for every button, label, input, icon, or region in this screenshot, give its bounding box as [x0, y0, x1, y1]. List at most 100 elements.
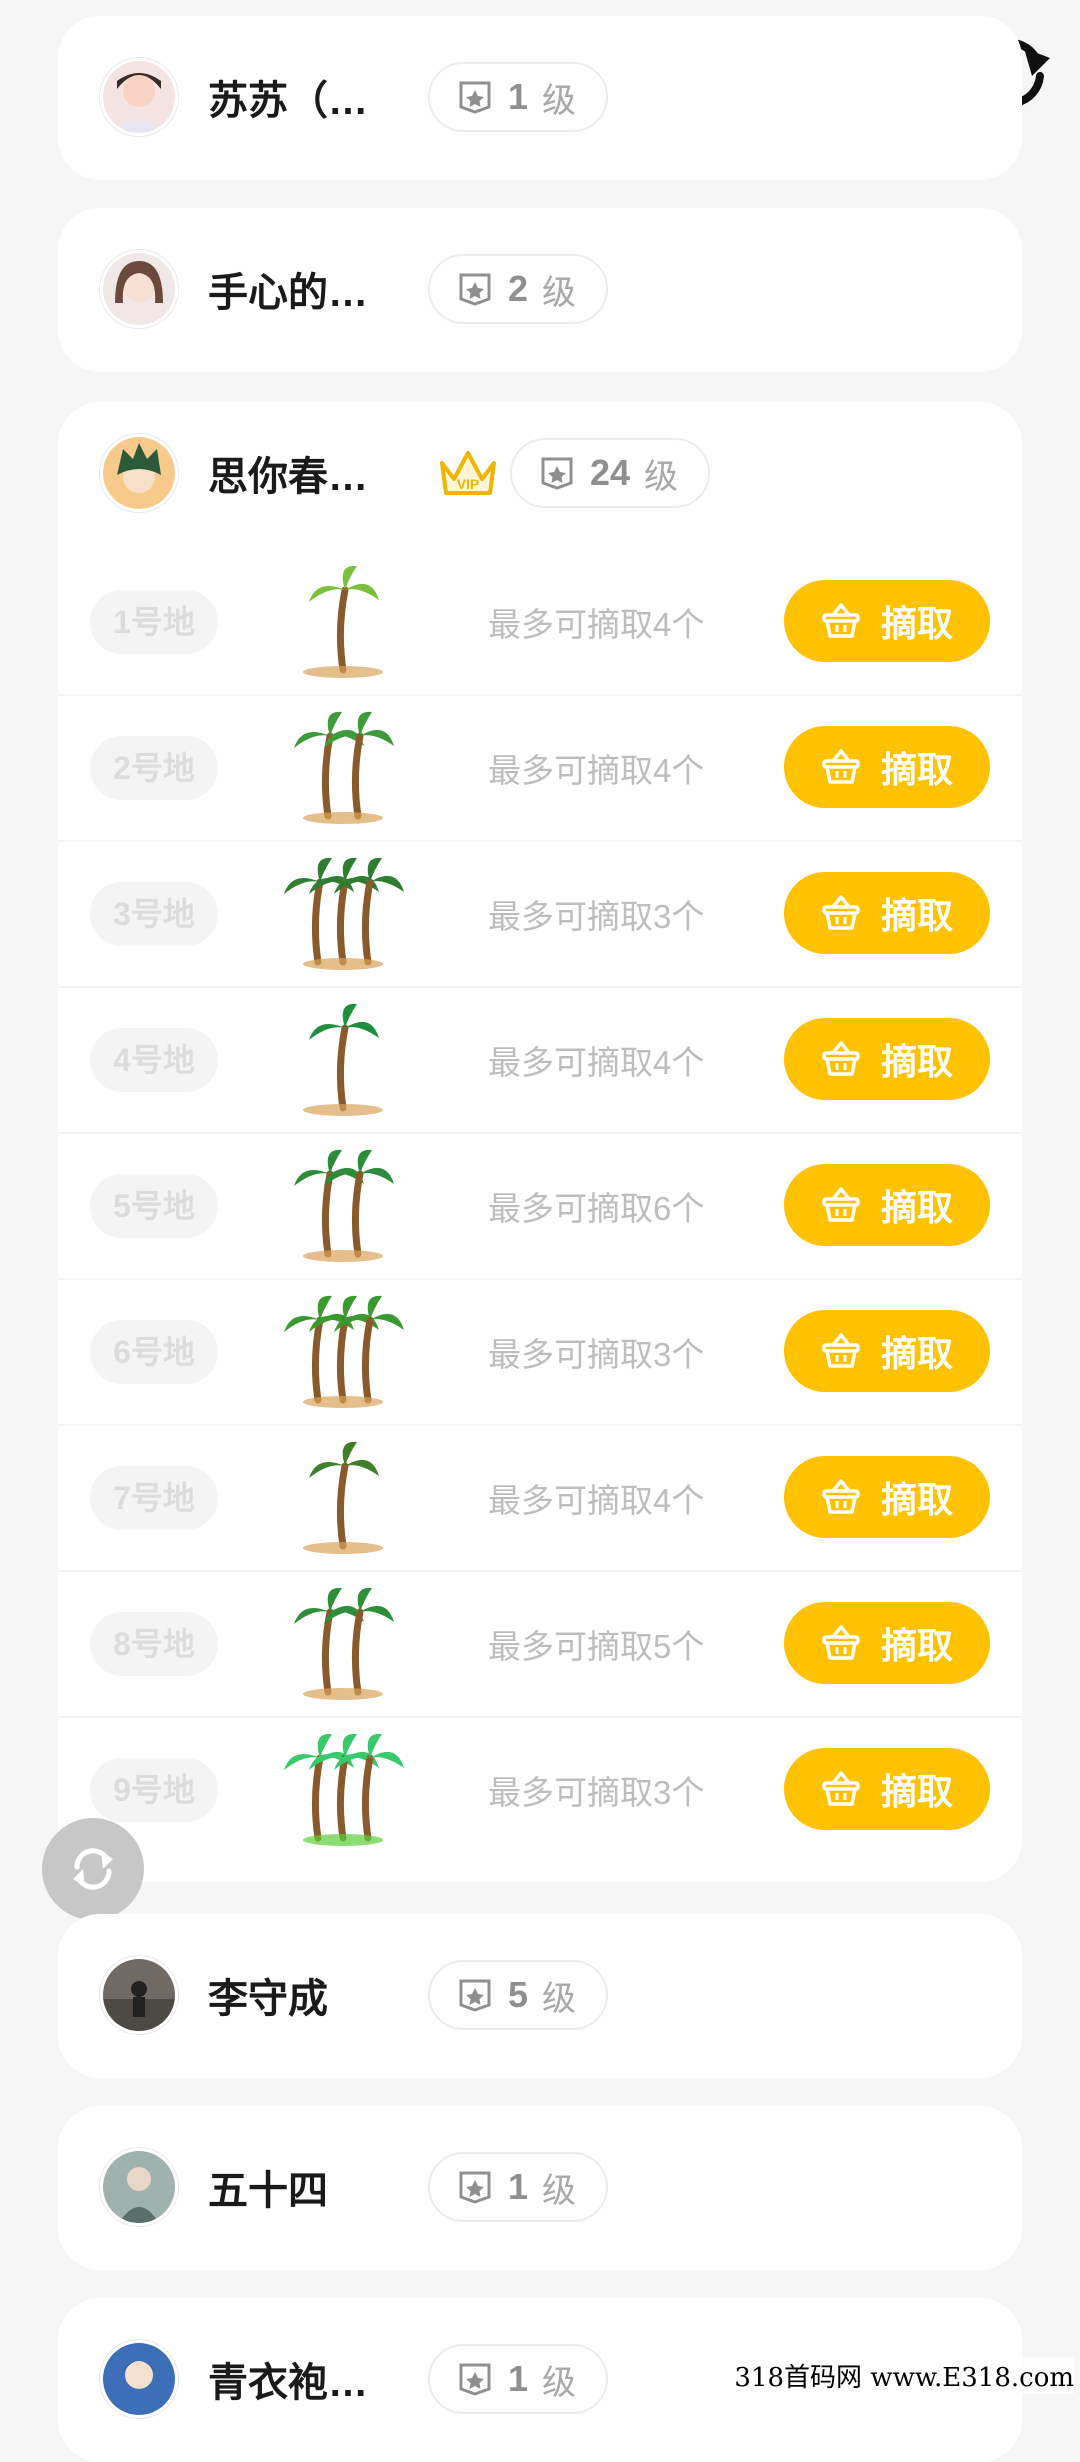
vip-label: VIP [457, 476, 480, 492]
basket-icon [822, 1187, 860, 1222]
level-number: 1 [508, 2358, 529, 2399]
pick-button-label: 摘取 [880, 1479, 953, 1520]
floating-refresh-button[interactable] [42, 1818, 144, 1920]
max-pick-text: 最多可摘取6个 [488, 1190, 705, 1227]
shield-icon [459, 273, 491, 306]
pick-button[interactable]: 摘取 [784, 1456, 990, 1538]
shield-icon [459, 2171, 491, 2204]
palm-monkey-icon [278, 1436, 408, 1556]
friend-card[interactable]: 五十四 1 级 [58, 2106, 1022, 2270]
watermark: 318首码网 www.E318.com [734, 2357, 1074, 2394]
basket-icon [822, 1625, 860, 1660]
coconut-palm-icon [278, 1144, 408, 1264]
plot-label: 2号地 [90, 736, 218, 800]
plot-row: 6号地 最多可摘取3个 摘取 [58, 1278, 1022, 1426]
plot-row: 4号地 最多可摘取4个 摘取 [58, 986, 1022, 1134]
pick-button-label: 摘取 [880, 1625, 953, 1666]
single-palm-icon [278, 560, 408, 680]
basket-icon [822, 1479, 860, 1514]
pick-button-label: 摘取 [880, 895, 953, 936]
pick-button[interactable]: 摘取 [784, 1602, 990, 1684]
level-badge: 2 级 [428, 254, 609, 324]
level-badge: 5 级 [428, 1960, 609, 2030]
level-number: 24 [590, 452, 631, 493]
max-pick-text: 最多可摘取5个 [488, 1628, 705, 1665]
level-unit: 级 [644, 457, 679, 496]
shield-icon [541, 457, 573, 490]
twin-palm-icon [278, 706, 408, 826]
palm-grove-icon [278, 1728, 408, 1848]
max-pick-text: 最多可摘取4个 [488, 1044, 705, 1081]
basket-icon [822, 749, 860, 784]
friend-card[interactable]: 李守成 5 级 [58, 1914, 1022, 2078]
plot-row: 7号地 最多可摘取4个 摘取 [58, 1424, 1022, 1572]
plot-label: 6号地 [90, 1320, 218, 1384]
max-pick-text: 最多可摘取4个 [488, 752, 705, 789]
shield-icon [459, 81, 491, 114]
plot-label: 4号地 [90, 1028, 218, 1092]
plot-row: 8号地 最多可摘取5个 摘取 [58, 1570, 1022, 1718]
avatar [100, 250, 178, 328]
max-pick-text: 最多可摘取3个 [488, 1774, 705, 1811]
basket-icon [822, 895, 860, 930]
shield-icon [459, 2363, 491, 2396]
island-palm-icon [278, 998, 408, 1118]
max-pick-text: 最多可摘取3个 [488, 898, 705, 935]
avatar [100, 2148, 178, 2226]
basket-icon [822, 603, 860, 638]
level-badge: 1 级 [428, 2344, 609, 2414]
level-unit: 级 [542, 2363, 577, 2402]
pick-button-label: 摘取 [880, 1187, 953, 1228]
plot-row: 1号地 最多可摘取4个 摘取 [58, 548, 1022, 696]
level-badge: 24 级 [510, 438, 711, 508]
max-pick-text: 最多可摘取4个 [488, 1482, 705, 1519]
shield-icon [459, 1979, 491, 2012]
vip-crown-icon: VIP [440, 451, 496, 495]
level-number: 5 [508, 1974, 529, 2015]
palm-umbrella-icon [278, 1290, 408, 1410]
friend-card[interactable]: 苏苏（… 1 级 [58, 16, 1022, 180]
plot-row: 2号地 最多可摘取4个 摘取 [58, 694, 1022, 842]
level-unit: 级 [542, 2171, 577, 2210]
pick-button-label: 摘取 [880, 1041, 953, 1082]
user-name: 手心的… [208, 271, 368, 315]
pick-button[interactable]: 摘取 [784, 726, 990, 808]
user-name: 思你春… [208, 455, 368, 499]
plot-row: 9号地 最多可摘取3个 摘取 [58, 1716, 1022, 1862]
avatar [100, 2340, 178, 2418]
user-name: 青衣袍… [208, 2361, 368, 2405]
max-pick-text: 最多可摘取3个 [488, 1336, 705, 1373]
level-badge: 1 级 [428, 62, 609, 132]
pick-button-label: 摘取 [880, 603, 953, 644]
pick-button[interactable]: 摘取 [784, 872, 990, 954]
user-name: 五十四 [208, 2169, 328, 2213]
pick-button[interactable]: 摘取 [784, 1018, 990, 1100]
friend-card[interactable]: 手心的… 2 级 [58, 208, 1022, 372]
friend-card-expanded[interactable]: 思你春… VIP 24 级 1号地 最多可摘取4个 摘取 2号地 最多可摘取4个 摘取 3号… [58, 402, 1022, 1882]
plot-row: 3号地 最多可摘取3个 摘取 [58, 840, 1022, 988]
level-number: 1 [508, 76, 529, 117]
plot-label: 8号地 [90, 1612, 218, 1676]
level-unit: 级 [542, 1979, 577, 2018]
plot-row: 5号地 最多可摘取6个 摘取 [58, 1132, 1022, 1280]
user-name: 苏苏（… [208, 79, 368, 123]
level-unit: 级 [542, 273, 577, 312]
pick-button[interactable]: 摘取 [784, 580, 990, 662]
plot-label: 7号地 [90, 1466, 218, 1530]
avatar [100, 434, 178, 512]
palm-cluster-icon [278, 1582, 408, 1702]
small-palm-pair-icon [278, 852, 408, 972]
plot-label: 1号地 [90, 590, 218, 654]
level-badge: 1 级 [428, 2152, 609, 2222]
pick-button[interactable]: 摘取 [784, 1310, 990, 1392]
pick-button-label: 摘取 [880, 749, 953, 790]
pick-button[interactable]: 摘取 [784, 1164, 990, 1246]
refresh-icon [73, 1848, 113, 1890]
level-number: 1 [508, 2166, 529, 2207]
pick-button[interactable]: 摘取 [784, 1748, 990, 1830]
avatar [100, 1956, 178, 2034]
level-number: 2 [508, 268, 529, 309]
basket-icon [822, 1041, 860, 1076]
plot-label: 9号地 [90, 1758, 218, 1822]
plot-label: 5号地 [90, 1174, 218, 1238]
